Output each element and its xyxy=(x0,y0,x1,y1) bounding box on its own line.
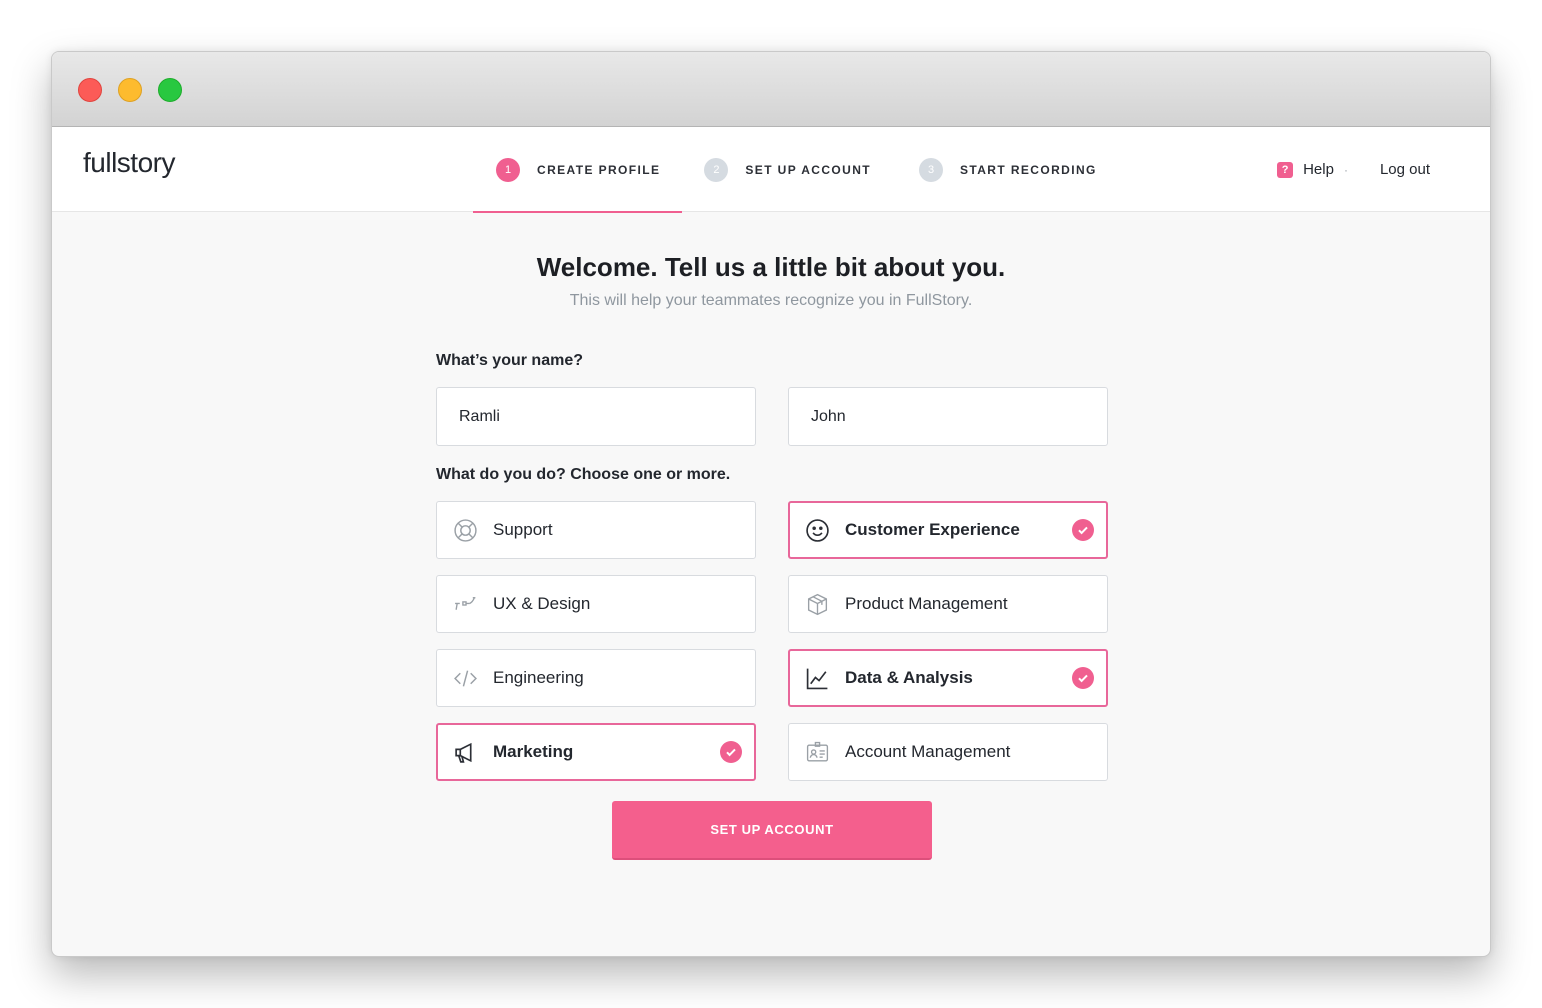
vector-path-icon xyxy=(453,592,478,617)
set-up-account-button[interactable]: SET UP ACCOUNT xyxy=(612,801,932,860)
role-option-product-management[interactable]: Product Management xyxy=(788,575,1108,633)
line-chart-icon xyxy=(805,666,830,691)
close-window-button[interactable] xyxy=(78,78,102,102)
name-question-label: What’s your name? xyxy=(436,352,583,369)
step-number-badge: 3 xyxy=(919,157,943,182)
role-label: Engineering xyxy=(493,668,584,687)
help-icon: ? xyxy=(1277,161,1294,178)
smiley-icon xyxy=(805,518,830,543)
package-icon xyxy=(805,592,830,617)
role-label: Product Management xyxy=(845,594,1008,613)
role-option-support[interactable]: Support xyxy=(436,501,756,559)
step-label: CREATE PROFILE xyxy=(537,162,661,177)
minimize-window-button[interactable] xyxy=(118,78,142,102)
checkmark-icon xyxy=(1072,519,1094,541)
lifebuoy-icon xyxy=(453,518,478,543)
role-label: Marketing xyxy=(493,742,574,761)
role-question-label: What do you do? Choose one or more. xyxy=(436,466,731,483)
header-actions: ? Help · Log out xyxy=(1277,127,1430,212)
role-label: Account Management xyxy=(845,742,1011,761)
zoom-window-button[interactable] xyxy=(158,78,182,102)
first-name-input[interactable] xyxy=(436,387,756,446)
role-option-data-analysis[interactable]: Data & Analysis xyxy=(788,649,1108,707)
checkmark-icon xyxy=(1072,667,1094,689)
help-label: Help xyxy=(1303,161,1334,178)
help-link[interactable]: ? Help xyxy=(1277,161,1334,178)
megaphone-icon xyxy=(453,740,478,765)
role-label: UX & Design xyxy=(493,594,591,613)
step-set-up-account[interactable]: 2 SET UP ACCOUNT xyxy=(682,127,893,212)
step-label: START RECORDING xyxy=(960,162,1097,177)
browser-window: fullstory 1 CREATE PROFILE 2 SET UP ACCO… xyxy=(51,51,1491,957)
last-name-input[interactable] xyxy=(788,387,1108,446)
code-icon xyxy=(453,666,478,691)
step-number-badge: 1 xyxy=(496,157,520,182)
checkmark-icon xyxy=(720,741,742,763)
app-header: fullstory 1 CREATE PROFILE 2 SET UP ACCO… xyxy=(52,127,1490,213)
role-label: Customer Experience xyxy=(845,520,1020,539)
step-label: SET UP ACCOUNT xyxy=(745,162,871,177)
step-number-badge: 2 xyxy=(704,157,729,182)
role-option-engineering[interactable]: Engineering xyxy=(436,649,756,707)
role-option-customer-experience[interactable]: Customer Experience xyxy=(788,501,1108,559)
role-option-ux-design[interactable]: UX & Design xyxy=(436,575,756,633)
window-titlebar xyxy=(52,52,1490,127)
onboarding-steps: 1 CREATE PROFILE 2 SET UP ACCOUNT 3 STAR… xyxy=(473,127,1119,213)
step-start-recording[interactable]: 3 START RECORDING xyxy=(893,127,1119,212)
role-label: Support xyxy=(493,520,553,539)
role-label: Data & Analysis xyxy=(845,668,973,687)
id-card-icon xyxy=(805,740,830,765)
page-title: Welcome. Tell us a little bit about you. xyxy=(536,252,1006,282)
logout-link[interactable]: Log out xyxy=(1380,161,1430,178)
step-create-profile[interactable]: 1 CREATE PROFILE xyxy=(473,127,683,213)
page-subtitle: This will help your teammates recognize … xyxy=(569,292,973,309)
separator-dot: · xyxy=(1343,162,1348,177)
role-option-account-management[interactable]: Account Management xyxy=(788,723,1108,781)
role-option-marketing[interactable]: Marketing xyxy=(436,723,756,781)
fullstory-logo[interactable]: fullstory xyxy=(83,147,175,179)
